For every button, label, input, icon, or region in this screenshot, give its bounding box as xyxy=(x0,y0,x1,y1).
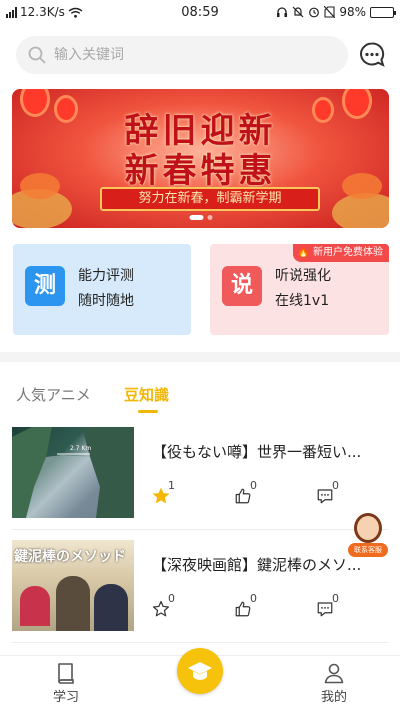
card-subtitle: 在线1v1 xyxy=(275,293,330,309)
card-title: 听说强化 xyxy=(275,268,331,284)
article-thumbnail: 鍵泥棒のメソッド xyxy=(12,540,134,631)
nav-mine[interactable]: 我的 xyxy=(304,662,364,705)
battery-percent: 98% xyxy=(339,5,366,19)
list-separator xyxy=(12,642,388,643)
comment-button[interactable]: 0 xyxy=(316,592,346,618)
nav-study[interactable]: 学习 xyxy=(36,662,96,705)
fire-icon: 🔥 xyxy=(297,247,310,258)
article-title: 【役もない噂】世界一番短い... xyxy=(152,443,362,461)
card-title: 能力评测 xyxy=(78,268,134,284)
card-assessment[interactable]: 测 能力评测 随时随地 xyxy=(13,244,191,335)
speaking-icon: 说 xyxy=(222,266,262,306)
promo-banner[interactable]: 辞旧迎新 新春特惠 努力在新春，制霸新学期 xyxy=(12,89,389,228)
book-icon xyxy=(58,663,74,684)
like-button[interactable]: 0 xyxy=(234,479,264,505)
like-button[interactable]: 0 xyxy=(234,592,264,618)
section-divider xyxy=(0,352,400,362)
article-item[interactable]: 2.7 Km 【役もない噂】世界一番短い... 1 0 0 xyxy=(12,427,388,519)
like-count: 0 xyxy=(250,479,257,492)
favorite-count: 1 xyxy=(168,479,175,492)
favorite-count: 0 xyxy=(168,592,175,605)
map-image xyxy=(12,427,134,518)
tab-trivia[interactable]: 豆知識 xyxy=(124,384,169,405)
list-separator xyxy=(12,529,388,530)
favorite-button[interactable]: 0 xyxy=(152,592,182,618)
customer-service-label: 联系客服 xyxy=(348,543,388,557)
carousel-dot-active xyxy=(189,215,203,220)
nav-mine-label: 我的 xyxy=(320,690,347,705)
status-right: 98% xyxy=(276,5,396,19)
carousel-dot xyxy=(207,215,212,220)
comment-count: 0 xyxy=(332,479,339,492)
assessment-icon: 测 xyxy=(25,266,65,306)
comment-count: 0 xyxy=(332,592,339,605)
free-trial-badge: 🔥 新用户免费体验 xyxy=(293,244,389,262)
bottom-nav: 学习 我的 xyxy=(0,648,400,711)
comment-button[interactable]: 0 xyxy=(316,479,346,505)
favorite-button[interactable]: 1 xyxy=(152,479,182,505)
message-icon[interactable] xyxy=(358,41,386,69)
like-count: 0 xyxy=(250,592,257,605)
nav-study-label: 学习 xyxy=(52,690,79,705)
poster-figure xyxy=(56,576,90,631)
search-input[interactable] xyxy=(54,47,304,63)
tab-popular-anime[interactable]: 人気アニメ xyxy=(16,384,91,405)
status-bar: 12.3K/s 08:59 98% xyxy=(0,0,400,24)
agent-avatar-icon xyxy=(354,513,382,543)
distance-label: 2.7 Km xyxy=(70,445,92,452)
banner-subheadline: 新春特惠 xyxy=(124,151,277,191)
poster-figure xyxy=(20,586,50,626)
alarm-icon xyxy=(309,7,320,18)
graduation-cap-icon xyxy=(188,662,212,680)
search-row xyxy=(16,36,386,74)
no-sim-icon xyxy=(324,6,336,18)
article-thumbnail: 2.7 Km xyxy=(12,427,134,518)
user-icon xyxy=(324,663,344,684)
customer-service-button[interactable]: 联系客服 xyxy=(348,513,388,561)
poster-title: 鍵泥棒のメソッド xyxy=(14,549,126,565)
carousel-indicator xyxy=(189,215,212,220)
active-tab-indicator xyxy=(138,410,158,413)
mute-bell-icon xyxy=(292,6,304,18)
card-speaking[interactable]: 🔥 新用户免费体验 说 听说强化 在线1v1 xyxy=(210,244,389,335)
headset-icon xyxy=(277,7,288,17)
poster-figure xyxy=(94,584,128,631)
search-icon xyxy=(28,46,46,64)
badge-text: 新用户免费体验 xyxy=(313,247,383,258)
article-item[interactable]: 鍵泥棒のメソッド 【深夜映画館】鍵泥棒のメソ... 0 0 0 xyxy=(12,540,388,632)
search-box[interactable] xyxy=(16,36,348,74)
card-subtitle: 随时随地 xyxy=(78,293,134,309)
banner-ribbon: 努力在新春，制霸新学期 xyxy=(100,187,320,211)
battery-icon xyxy=(370,6,396,18)
nav-center-button[interactable] xyxy=(177,648,223,694)
